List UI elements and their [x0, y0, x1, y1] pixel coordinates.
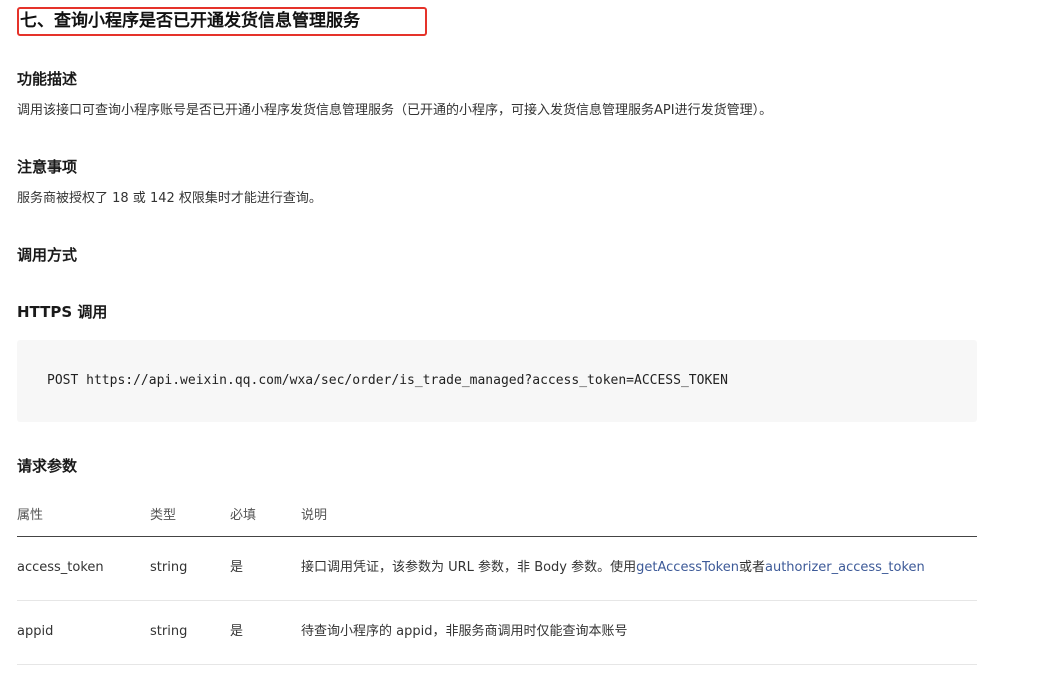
column-header-required: 必填 — [230, 508, 257, 523]
param-name: access_token — [17, 560, 104, 575]
request-params-heading: 请求参数 — [17, 457, 78, 475]
param-description: 接口调用凭证，该参数为 URL 参数，非 Body 参数。使用getAccess… — [301, 559, 925, 577]
column-header-description: 说明 — [301, 508, 328, 523]
call-method-heading: 调用方式 — [17, 246, 78, 264]
param-required: 是 — [230, 560, 244, 575]
function-description-heading: 功能描述 — [17, 70, 78, 88]
function-description-text: 调用该接口可查询小程序账号是否已开通小程序发货信息管理服务（已开通的小程序，可接… — [17, 103, 773, 118]
param-description-prefix: 接口调用凭证，该参数为 URL 参数，非 Body 参数。使用 — [301, 560, 637, 575]
table-row: access_token string 是 接口调用凭证，该参数为 URL 参数… — [17, 537, 977, 601]
param-name: appid — [17, 624, 54, 639]
code-block: POST https://api.weixin.qq.com/wxa/sec/o… — [17, 340, 977, 422]
param-type: string — [150, 560, 188, 575]
column-header-attribute: 属性 — [17, 508, 44, 523]
param-description-connector: 或者 — [738, 560, 765, 575]
section-title: 七、查询小程序是否已开通发货信息管理服务 — [20, 11, 360, 31]
column-header-type: 类型 — [150, 508, 177, 523]
param-type: string — [150, 624, 188, 639]
https-call-heading: HTTPS 调用 — [17, 303, 108, 321]
param-required: 是 — [230, 624, 244, 639]
authorizer-access-token-link[interactable]: authorizer_access_token — [765, 560, 925, 575]
section-title-highlight: 七、查询小程序是否已开通发货信息管理服务 — [17, 7, 427, 36]
table-row: appid string 是 待查询小程序的 appid，非服务商调用时仅能查询… — [17, 601, 977, 665]
notice-heading: 注意事项 — [17, 158, 78, 176]
params-table: 属性 类型 必填 说明 access_token string 是 接口调用凭证… — [17, 500, 977, 665]
param-description: 待查询小程序的 appid，非服务商调用时仅能查询本账号 — [301, 624, 628, 639]
notice-text: 服务商被授权了 18 或 142 权限集时才能进行查询。 — [17, 191, 322, 206]
get-access-token-link[interactable]: getAccessToken — [636, 560, 739, 575]
table-header-row: 属性 类型 必填 说明 — [17, 500, 977, 537]
request-url-code: POST https://api.weixin.qq.com/wxa/sec/o… — [47, 373, 728, 388]
